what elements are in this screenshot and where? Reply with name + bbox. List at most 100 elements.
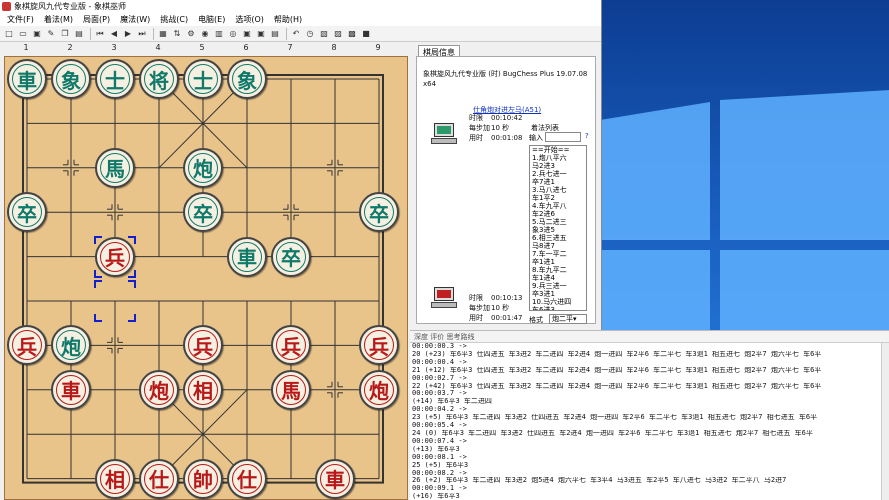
chess-piece[interactable]: 仕 — [139, 458, 179, 499]
stop-icon[interactable]: ■ — [360, 28, 372, 40]
chess-piece[interactable]: 象 — [227, 59, 267, 99]
chess-piece[interactable]: 兵 — [7, 325, 47, 366]
move-list[interactable]: ==开始== 1.炮八平六 马2进3 2.兵七进一 卒7进1 3.马八进七 车1平2 4.车九… — [529, 145, 587, 311]
move-list-item[interactable]: 3.马八进七 — [530, 186, 586, 194]
chess-piece[interactable]: 卒 — [271, 236, 311, 277]
move-list-item[interactable]: 8.车九平二 — [530, 266, 586, 274]
move-list-item[interactable]: 5.马二进三 — [530, 218, 586, 226]
chess-piece[interactable]: 相 — [95, 458, 135, 499]
format-select[interactable]: 炮二平▾ — [549, 314, 587, 324]
move-list-item[interactable]: 2.兵七进一 — [530, 170, 586, 178]
engine-line: (+16) 车6平3 — [412, 493, 460, 500]
chess-piece[interactable]: 炮 — [359, 369, 399, 410]
chess-piece[interactable]: 車 — [227, 236, 267, 277]
window-title: 象棋旋风九代专业版 - 象棋巫师 — [14, 2, 126, 11]
game-info-panel: 象棋旋风九代专业版 (时) BugChess Plus 19.07.08 x64… — [416, 56, 596, 324]
chess-piece[interactable]: 兵 — [271, 325, 311, 366]
menu-item-0[interactable]: 文件(F) — [2, 13, 39, 26]
copy-icon[interactable]: ❐ — [59, 28, 71, 40]
last-move-icon[interactable]: ⏭ — [136, 28, 148, 40]
chess-board[interactable]: 車象士将士象馬炮卒卒卒車卒兵兵炮兵兵兵車炮相馬炮相仕帥仕車 — [4, 56, 408, 500]
engine-lines: 00:00:00.3 -> 20 (+23) 车6平3 仕四进五 车3进2 车二… — [410, 343, 889, 500]
chess-piece[interactable]: 帥 — [183, 458, 223, 499]
move-list-item[interactable]: 车2进6 — [530, 210, 586, 218]
chess-piece[interactable]: 炮 — [139, 369, 179, 410]
move-list-item[interactable]: ==开始== — [530, 146, 586, 154]
open-icon[interactable]: ▭ — [17, 28, 29, 40]
chess-piece[interactable]: 炮 — [51, 325, 91, 366]
move-list-item[interactable]: 6.相三进五 — [530, 234, 586, 242]
move-list-item[interactable]: 车6进3 — [530, 306, 586, 310]
undo-icon[interactable]: ↶ — [290, 28, 302, 40]
note-icon[interactable]: ▤ — [269, 28, 281, 40]
analyze-icon[interactable]: ▧ — [318, 28, 330, 40]
prev-move-icon[interactable]: ◀ — [108, 28, 120, 40]
toolbar-separator — [90, 27, 91, 40]
title-bar: 象棋旋风九代专业版 - 象棋巫师 — [0, 0, 601, 13]
menu-item-1[interactable]: 着法(M) — [39, 13, 78, 26]
chess-piece[interactable]: 馬 — [95, 147, 135, 188]
move-list-item[interactable]: 象3进5 — [530, 226, 586, 234]
chess-piece[interactable]: 仕 — [227, 458, 267, 499]
menu-item-2[interactable]: 局面(P) — [78, 13, 115, 26]
clock-icon[interactable]: ◷ — [304, 28, 316, 40]
chess-piece[interactable]: 兵 — [359, 325, 399, 366]
move-list-item[interactable]: 1.炮八平六 — [530, 154, 586, 162]
next-move-icon[interactable]: ▶ — [122, 28, 134, 40]
chess-piece[interactable]: 兵 — [183, 325, 223, 366]
move-list-item[interactable]: 9.兵三进一 — [530, 282, 586, 290]
menu-item-4[interactable]: 挑战(C) — [155, 13, 193, 26]
column-number: 1 — [23, 43, 29, 52]
help-button[interactable]: ? — [585, 132, 589, 140]
manual-icon[interactable]: ▨ — [332, 28, 344, 40]
board-icon[interactable]: ▦ — [157, 28, 169, 40]
chess-piece[interactable]: 炮 — [183, 147, 223, 188]
move-list-item[interactable]: 卒1进1 — [530, 258, 586, 266]
chess-piece[interactable]: 象 — [51, 59, 91, 99]
move-list-item[interactable]: 7.车一平二 — [530, 250, 586, 258]
chess-piece[interactable]: 車 — [51, 369, 91, 410]
engine-green-icon[interactable]: ▣ — [255, 28, 267, 40]
engine-line: 21 (+12) 车6平3 仕四进五 车3进2 车二进四 车2进4 炮一进四 车… — [412, 366, 822, 374]
move-list-item[interactable]: 卒3进1 — [530, 290, 586, 298]
engine-icon[interactable]: ◉ — [199, 28, 211, 40]
flip-icon[interactable]: ⇅ — [171, 28, 183, 40]
first-move-icon[interactable]: ⏮ — [94, 28, 106, 40]
column-numbers: 1 2 3 4 5 6 7 8 9 — [0, 43, 410, 53]
chess-piece[interactable]: 士 — [183, 59, 223, 99]
move-list-item[interactable]: 马2进3 — [530, 162, 586, 170]
engine-line: 22 (+42) 车6平3 仕四进五 车3进2 车二进四 车2进4 炮一进四 车… — [412, 382, 822, 390]
setup-icon[interactable]: ⚙ — [185, 28, 197, 40]
edit-icon[interactable]: ✎ — [45, 28, 57, 40]
book-icon[interactable]: ▥ — [213, 28, 225, 40]
chess-piece[interactable]: 卒 — [359, 192, 399, 233]
engine-blue-icon[interactable]: ▣ — [241, 28, 253, 40]
move-list-item[interactable]: 卒7进1 — [530, 178, 586, 186]
move-list-item[interactable]: 马8进7 — [530, 242, 586, 250]
piece-layer: 車象士将士象馬炮卒卒卒車卒兵兵炮兵兵兵車炮相馬炮相仕帥仕車 — [5, 57, 409, 500]
chess-piece[interactable]: 卒 — [7, 192, 47, 233]
chess-piece[interactable]: 馬 — [271, 369, 311, 410]
chess-piece[interactable]: 車 — [7, 59, 47, 99]
move-input[interactable] — [545, 132, 581, 142]
menu-item-5[interactable]: 电脑(E) — [193, 13, 230, 26]
input-label: 输入 — [529, 134, 543, 142]
eye-icon[interactable]: ◎ — [227, 28, 239, 40]
menu-item-7[interactable]: 帮助(H) — [269, 13, 307, 26]
paste-icon[interactable]: ▤ — [73, 28, 85, 40]
chess-piece[interactable]: 士 — [95, 59, 135, 99]
menu-item-6[interactable]: 选项(O) — [230, 13, 269, 26]
move-list-item[interactable]: 4.车九平八 — [530, 202, 586, 210]
chess-piece[interactable]: 車 — [315, 458, 355, 499]
tips-icon[interactable]: ▩ — [346, 28, 358, 40]
move-list-item[interactable]: 车1平2 — [530, 194, 586, 202]
move-list-item[interactable]: 10.马六进四 — [530, 298, 586, 306]
move-list-item[interactable]: 车1进4 — [530, 274, 586, 282]
save-icon[interactable]: ▣ — [31, 28, 43, 40]
chess-piece[interactable]: 将 — [139, 59, 179, 99]
new-icon[interactable]: □ — [3, 28, 15, 40]
menu-item-3[interactable]: 魔法(W) — [115, 13, 155, 26]
chess-piece[interactable]: 相 — [183, 369, 223, 410]
chess-piece[interactable]: 卒 — [183, 192, 223, 233]
engine-scrollbar[interactable] — [881, 343, 889, 500]
